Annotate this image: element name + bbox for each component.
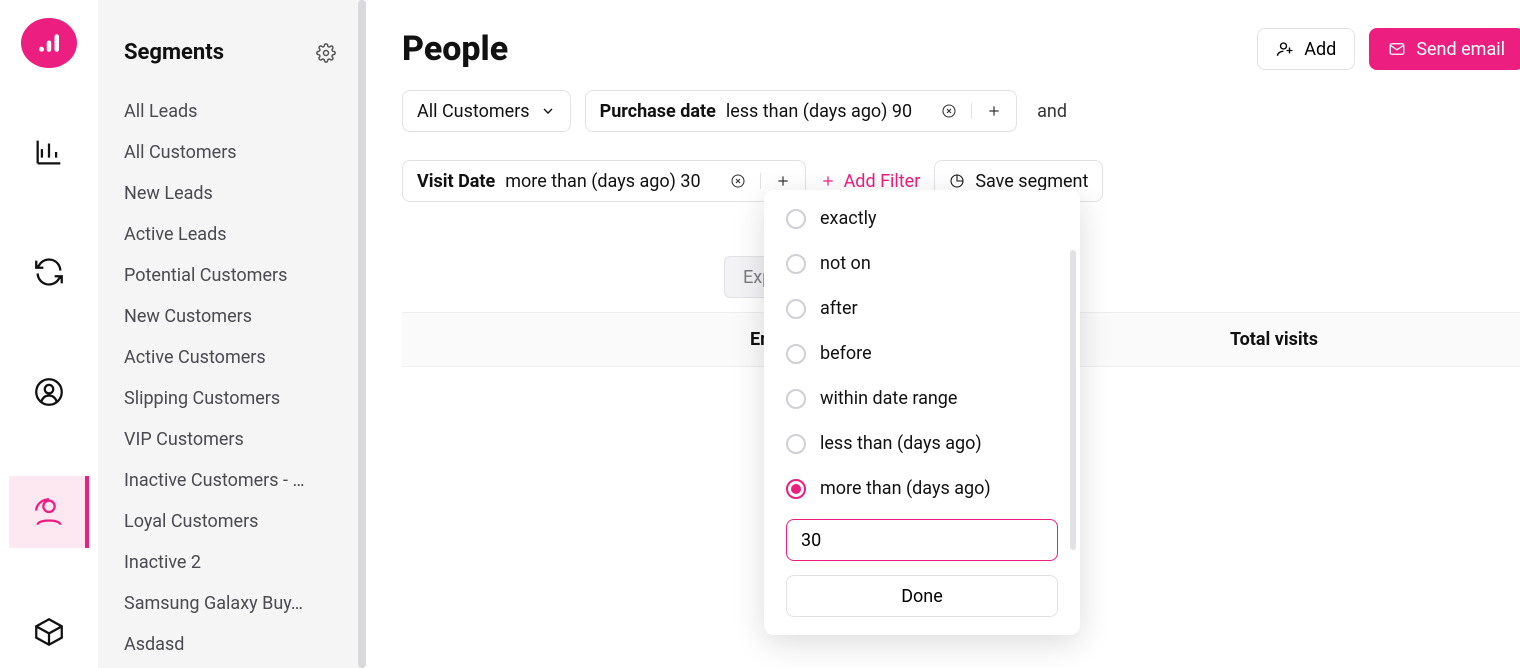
pie-chart-icon [949, 173, 965, 189]
radio-icon [786, 299, 806, 319]
operator-option[interactable]: less than (days ago) [764, 421, 1080, 466]
segment-item[interactable]: New Leads [98, 173, 360, 214]
segment-item[interactable]: Samsung Galaxy Buy… [98, 583, 360, 624]
rail-products[interactable] [9, 596, 89, 668]
bar-chart-icon [32, 135, 66, 169]
operator-option[interactable]: within date range [764, 376, 1080, 421]
send-email-button[interactable]: Send email [1369, 28, 1520, 70]
plus-icon [820, 173, 836, 189]
segment-item[interactable]: Inactive 2 [98, 542, 360, 583]
refresh-icon [32, 255, 66, 289]
operator-option[interactable]: exactly [764, 196, 1080, 241]
segment-selector[interactable]: All Customers [402, 90, 571, 132]
segment-item[interactable]: Active Leads [98, 214, 360, 255]
rail-people[interactable] [9, 476, 89, 548]
operator-option[interactable]: before [764, 331, 1080, 376]
radio-icon [786, 209, 806, 229]
rail-sync[interactable] [9, 236, 89, 308]
operator-value-input[interactable] [786, 519, 1058, 561]
add-button[interactable]: Add [1257, 28, 1355, 70]
box-icon [32, 615, 66, 649]
mail-icon [1388, 40, 1406, 58]
rail-customers[interactable] [9, 356, 89, 428]
radio-icon [786, 254, 806, 274]
operator-option[interactable]: not on [764, 241, 1080, 286]
add-condition-button[interactable] [971, 103, 1016, 119]
remove-filter-icon[interactable] [941, 103, 957, 119]
th-email: Email [402, 313, 770, 366]
gear-icon [316, 43, 336, 63]
date-operator-popover: exactlynot onafterbeforewithin date rang… [764, 190, 1080, 635]
operator-option[interactable]: more than (days ago) [764, 466, 1080, 511]
segment-item[interactable]: Active Customers [98, 337, 360, 378]
segment-item[interactable]: Slipping Customers [98, 378, 360, 419]
nav-rail [0, 0, 98, 668]
segment-item[interactable]: Potential Customers [98, 255, 360, 296]
remove-filter-icon[interactable] [730, 173, 746, 189]
th-total-visits: Total visits [1210, 313, 1410, 366]
segments-settings-button[interactable] [316, 43, 336, 63]
segments-list: All LeadsAll CustomersNew LeadsActive Le… [98, 85, 360, 665]
radio-icon [786, 389, 806, 409]
segment-item[interactable]: New Customers [98, 296, 360, 337]
person-icon [32, 495, 66, 529]
segments-sidebar: Segments All LeadsAll CustomersNew Leads… [98, 0, 360, 668]
filter-and-label: and [1031, 101, 1073, 122]
sidebar-title: Segments [124, 40, 224, 65]
filter-chip-visit-date[interactable]: Visit Date more than (days ago) 30 [402, 160, 806, 202]
radio-icon [786, 479, 806, 499]
segment-item[interactable]: All Leads [98, 91, 360, 132]
main-panel: People Add Send email All Customers [360, 0, 1520, 668]
segment-item[interactable]: Loyal Customers [98, 501, 360, 542]
done-button[interactable]: Done [786, 575, 1058, 617]
segment-item[interactable]: VIP Customers [98, 419, 360, 460]
segment-item[interactable]: Asdasd [98, 624, 360, 665]
chevron-down-icon [540, 103, 556, 119]
target-user-icon [32, 375, 66, 409]
filter-chip-purchase-date[interactable]: Purchase date less than (days ago) 90 [585, 90, 1018, 132]
user-add-icon [1276, 40, 1294, 58]
segment-item[interactable]: All Customers [98, 132, 360, 173]
segment-item[interactable]: Inactive Customers - … [98, 460, 360, 501]
filter-bar: All Customers Purchase date less than (d… [402, 90, 1520, 202]
plus-icon [986, 103, 1002, 119]
radio-icon [786, 344, 806, 364]
add-filter-button[interactable]: Add Filter [820, 171, 921, 192]
rail-reports[interactable] [9, 116, 89, 188]
add-condition-button[interactable] [760, 173, 805, 189]
page-title: People [402, 29, 508, 69]
radio-icon [786, 434, 806, 454]
operator-option[interactable]: after [764, 286, 1080, 331]
plus-icon [775, 173, 791, 189]
app-logo [21, 18, 77, 68]
